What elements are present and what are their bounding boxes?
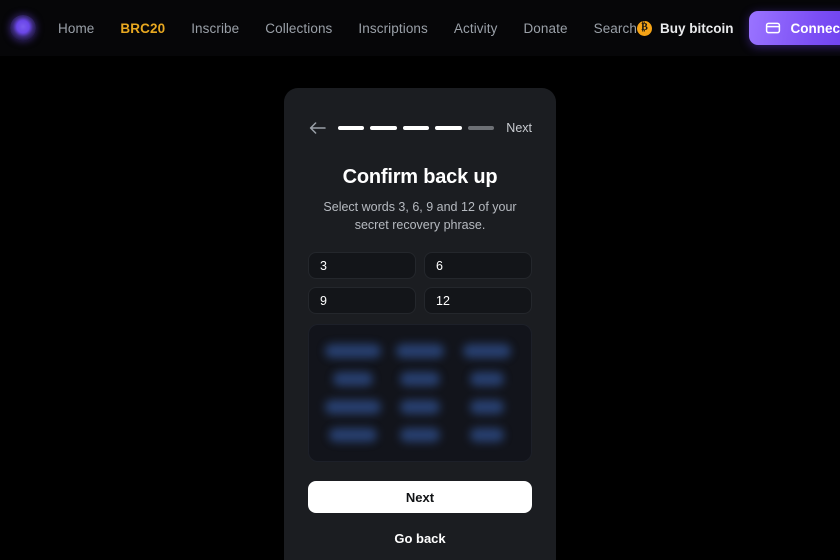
word-chip[interactable] xyxy=(469,400,504,415)
word-chip[interactable] xyxy=(399,400,440,415)
orb-logo-icon[interactable] xyxy=(10,15,36,41)
word-choices-panel xyxy=(308,324,532,463)
buy-bitcoin-label: Buy bitcoin xyxy=(659,20,734,36)
step-segment-5 xyxy=(467,126,495,130)
nav-link-activity[interactable]: Activity xyxy=(454,21,498,36)
top-navbar: Home BRC20 Inscribe Collections Inscript… xyxy=(0,0,840,56)
page-title: Confirm back up xyxy=(342,166,498,188)
next-link[interactable]: Next xyxy=(506,121,532,135)
step-segment-2 xyxy=(370,126,397,130)
modal-subtitle: Select words 3, 6, 9 and 12 of your secr… xyxy=(323,200,517,233)
nav-link-collections[interactable]: Collections xyxy=(265,21,332,36)
nav-link-inscribe[interactable]: Inscribe xyxy=(191,21,239,36)
word-chip[interactable] xyxy=(469,428,504,443)
navbar-actions: ₿ Buy bitcoin Connect Wallet xyxy=(636,11,840,45)
step-segment-4 xyxy=(435,126,462,130)
word-chip[interactable] xyxy=(325,400,382,415)
word-chip[interactable] xyxy=(462,344,511,359)
word-chip[interactable] xyxy=(469,372,504,387)
next-button[interactable]: Next xyxy=(308,481,532,513)
connect-wallet-label: Connect Wallet xyxy=(790,20,840,36)
word-chip[interactable] xyxy=(399,428,440,443)
nav-link-inscriptions[interactable]: Inscriptions xyxy=(358,21,427,36)
nav-link-donate[interactable]: Donate xyxy=(523,21,567,36)
word-chip[interactable] xyxy=(325,344,382,359)
primary-navigation: Home BRC20 Inscribe Collections Inscript… xyxy=(58,21,637,36)
word-input-12[interactable]: 12 xyxy=(424,287,532,315)
word-input-9[interactable]: 9 xyxy=(308,287,416,315)
word-input-3[interactable]: 3 xyxy=(308,252,416,280)
step-segment-3 xyxy=(402,126,430,130)
confirm-backup-modal: Next Confirm back up Select words 3, 6, … xyxy=(284,88,556,560)
word-input-6[interactable]: 6 xyxy=(424,252,532,280)
nav-link-search[interactable]: Search xyxy=(594,21,637,36)
go-back-button[interactable]: Go back xyxy=(308,531,532,546)
connect-wallet-button[interactable]: Connect Wallet xyxy=(749,11,840,45)
step-segment-1 xyxy=(338,126,365,130)
nav-link-home[interactable]: Home xyxy=(58,21,94,36)
nav-link-brc20[interactable]: BRC20 xyxy=(120,21,165,36)
arrow-left-icon[interactable] xyxy=(308,119,326,137)
modal-footer: Next Go back xyxy=(308,481,532,560)
wallet-icon xyxy=(765,20,781,36)
step-progress-indicator xyxy=(338,126,495,130)
word-chip[interactable] xyxy=(329,428,378,443)
bitcoin-icon: ₿ xyxy=(636,20,652,36)
word-chip[interactable] xyxy=(333,372,374,387)
modal-header: Next xyxy=(308,102,532,154)
word-chip[interactable] xyxy=(399,372,440,387)
word-chip[interactable] xyxy=(395,344,444,359)
buy-bitcoin-button[interactable]: ₿ Buy bitcoin xyxy=(636,20,736,36)
word-inputs-grid: 3 6 9 12 xyxy=(308,252,532,315)
